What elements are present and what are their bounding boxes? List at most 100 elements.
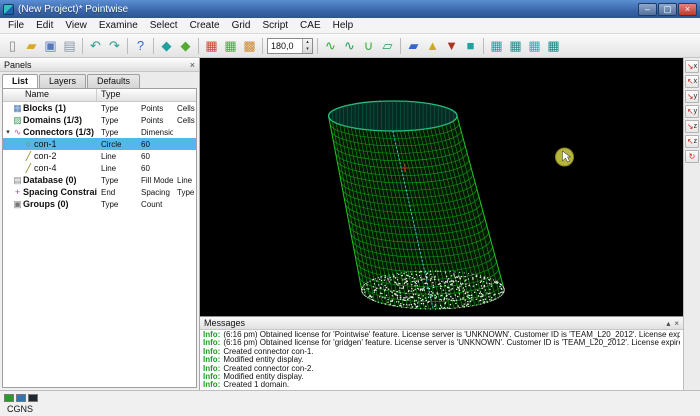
tree-row-con-4[interactable]: ╱con-4Line60: [3, 162, 196, 174]
spinner-arrows[interactable]: ▴▾: [302, 39, 312, 53]
hybrid-grid-icon[interactable]: ▦: [525, 36, 544, 55]
view-minus-x-button[interactable]: ↖x: [685, 75, 699, 88]
assemble-domain-icon[interactable]: ▱: [378, 36, 397, 55]
messages-close-icon[interactable]: ×: [674, 319, 679, 328]
new-file-icon[interactable]: ▯: [3, 36, 22, 55]
tree-row-groups-0[interactable]: ▣Groups (0)TypeCount: [3, 198, 196, 210]
blocks-icon: ▦: [12, 103, 23, 114]
assemble-block-icon[interactable]: ▰: [404, 36, 423, 55]
tree-body: ▦Blocks (1)TypePointsCells▨Domains (1/3)…: [3, 102, 196, 387]
tree-row-con-1[interactable]: ○con-1Circle60: [3, 138, 196, 150]
print-icon[interactable]: ▤: [60, 36, 79, 55]
unstructured-grid-icon[interactable]: ▦: [506, 36, 525, 55]
cae-export-icon[interactable]: ▼: [442, 36, 461, 55]
tree-column-name[interactable]: Name: [3, 89, 97, 101]
tree-type-cell: Line60: [97, 164, 196, 173]
3d-viewport[interactable]: [200, 58, 683, 316]
tree-row-domains-1-3[interactable]: ▨Domains (1/3)TypePointsCells: [3, 114, 196, 126]
help-icon[interactable]: ?: [131, 36, 150, 55]
cae-solver-label[interactable]: CGNS: [4, 404, 36, 414]
tree-item-label: Blocks (1): [23, 103, 66, 113]
mask-orange-icon[interactable]: ▩: [240, 36, 259, 55]
undo-icon[interactable]: ↶: [86, 36, 105, 55]
menu-select[interactable]: Select: [144, 19, 184, 32]
menu-examine[interactable]: Examine: [93, 19, 144, 32]
mask-green-icon[interactable]: ▦: [221, 36, 240, 55]
view-minus-y-button[interactable]: ↖y: [685, 105, 699, 118]
minimize-button[interactable]: –: [638, 3, 657, 16]
color-swatch-1[interactable]: [4, 394, 14, 402]
draw-arc-icon[interactable]: ∪: [359, 36, 378, 55]
tree-cell-value: Fill Mode: [137, 176, 173, 185]
tree-type-cell: TypeFill ModeLine: [97, 176, 196, 185]
menu-view[interactable]: View: [59, 19, 93, 32]
select-icon[interactable]: ◆: [176, 36, 195, 55]
spinner-up-icon[interactable]: ▴: [303, 39, 312, 46]
view-plus-y-button[interactable]: ↘y: [685, 90, 699, 103]
tree-row-con-2[interactable]: ╱con-2Line60: [3, 150, 196, 162]
menu-grid[interactable]: Grid: [226, 19, 257, 32]
solve-icon[interactable]: ■: [461, 36, 480, 55]
tree-row-spacing-constrai[interactable]: +Spacing Constrai...EndSpacingType: [3, 186, 196, 198]
messages-log[interactable]: Info:(6:16 pm) Obtained license for 'Poi…: [200, 330, 683, 390]
menu-create[interactable]: Create: [184, 19, 226, 32]
panels-title: Panels: [4, 60, 32, 70]
save-icon[interactable]: ▣: [41, 36, 60, 55]
tab-layers[interactable]: Layers: [39, 74, 86, 88]
messages-float-icon[interactable]: ▴: [666, 319, 670, 328]
titlebar[interactable]: (New Project)* Pointwise – ▢ ×: [0, 0, 700, 18]
close-button[interactable]: ×: [678, 3, 697, 16]
message-line: Info:Created connector con-1.: [203, 348, 680, 356]
extrusion-grid-icon[interactable]: ▦: [544, 36, 563, 55]
message-level-label: Info:: [203, 339, 220, 347]
structured-grid-icon[interactable]: ▦: [487, 36, 506, 55]
maximize-button[interactable]: ▢: [658, 3, 677, 16]
toolbar: ▯▰▣▤↶↷?◆◆▦▦▩180,0▴▾∿∿∪▱▰▲▼■▦▦▦▦: [0, 34, 700, 58]
menu-file[interactable]: File: [2, 19, 30, 32]
color-swatch-3[interactable]: [28, 394, 38, 402]
open-folder-icon[interactable]: ▰: [22, 36, 41, 55]
expander-icon[interactable]: ▾: [4, 128, 12, 136]
tree-item-label: Groups (0): [23, 199, 69, 209]
menu-cae[interactable]: CAE: [294, 19, 327, 32]
tree-name-cell: ╱con-4: [3, 163, 97, 174]
tab-list[interactable]: List: [2, 74, 38, 88]
view-plus-z-button[interactable]: ↘z: [685, 120, 699, 133]
message-text: (6:16 pm) Obtained license for 'Pointwis…: [223, 331, 680, 339]
view-minus-z-button[interactable]: ↖z: [685, 135, 699, 148]
toolbar-separator: [127, 38, 128, 54]
tree-row-connectors-1-3[interactable]: ▾∿Connectors (1/3)TypeDimension: [3, 126, 196, 138]
tab-defaults[interactable]: Defaults: [87, 74, 140, 88]
color-swatch-2[interactable]: [16, 394, 26, 402]
draw-curve-icon[interactable]: ∿: [321, 36, 340, 55]
draw-spline-icon[interactable]: ∿: [340, 36, 359, 55]
examine-icon[interactable]: ◆: [157, 36, 176, 55]
view-axis-label: z: [694, 123, 698, 130]
view-iso-button[interactable]: ↻: [685, 150, 699, 163]
menu-edit[interactable]: Edit: [30, 19, 59, 32]
tree-row-database-0[interactable]: ▤Database (0)TypeFill ModeLine: [3, 174, 196, 186]
rotation-angle-value: 180,0: [271, 41, 294, 51]
tree-cell-value: Type: [97, 128, 137, 137]
rotation-angle-combo[interactable]: 180,0 ▴▾: [267, 38, 313, 54]
spinner-down-icon[interactable]: ▾: [303, 46, 312, 53]
toolbar-separator: [400, 38, 401, 54]
view-axis-label: y: [694, 93, 698, 100]
tree-cell-value: Line: [97, 164, 137, 173]
menu-help[interactable]: Help: [327, 19, 360, 32]
color-swatch-row: [4, 393, 696, 403]
view-arrow-icon: ↖: [687, 78, 694, 86]
menu-script[interactable]: Script: [256, 19, 294, 32]
panel-tabs: ListLayersDefaults: [0, 72, 199, 88]
extrude-icon[interactable]: ▲: [423, 36, 442, 55]
tree-row-blocks-1[interactable]: ▦Blocks (1)TypePointsCells: [3, 102, 196, 114]
mask-red-icon[interactable]: ▦: [202, 36, 221, 55]
redo-icon[interactable]: ↷: [105, 36, 124, 55]
tree-cell-value: Circle: [97, 140, 137, 149]
view-plus-x-button[interactable]: ↘x: [685, 60, 699, 73]
panels-close-icon[interactable]: ×: [190, 60, 195, 70]
tree-column-type[interactable]: Type: [97, 89, 196, 101]
message-line: Info:Created connector con-2.: [203, 365, 680, 373]
tree-name-cell: ▣Groups (0): [3, 199, 97, 210]
tree-cell-value: Line: [97, 152, 137, 161]
